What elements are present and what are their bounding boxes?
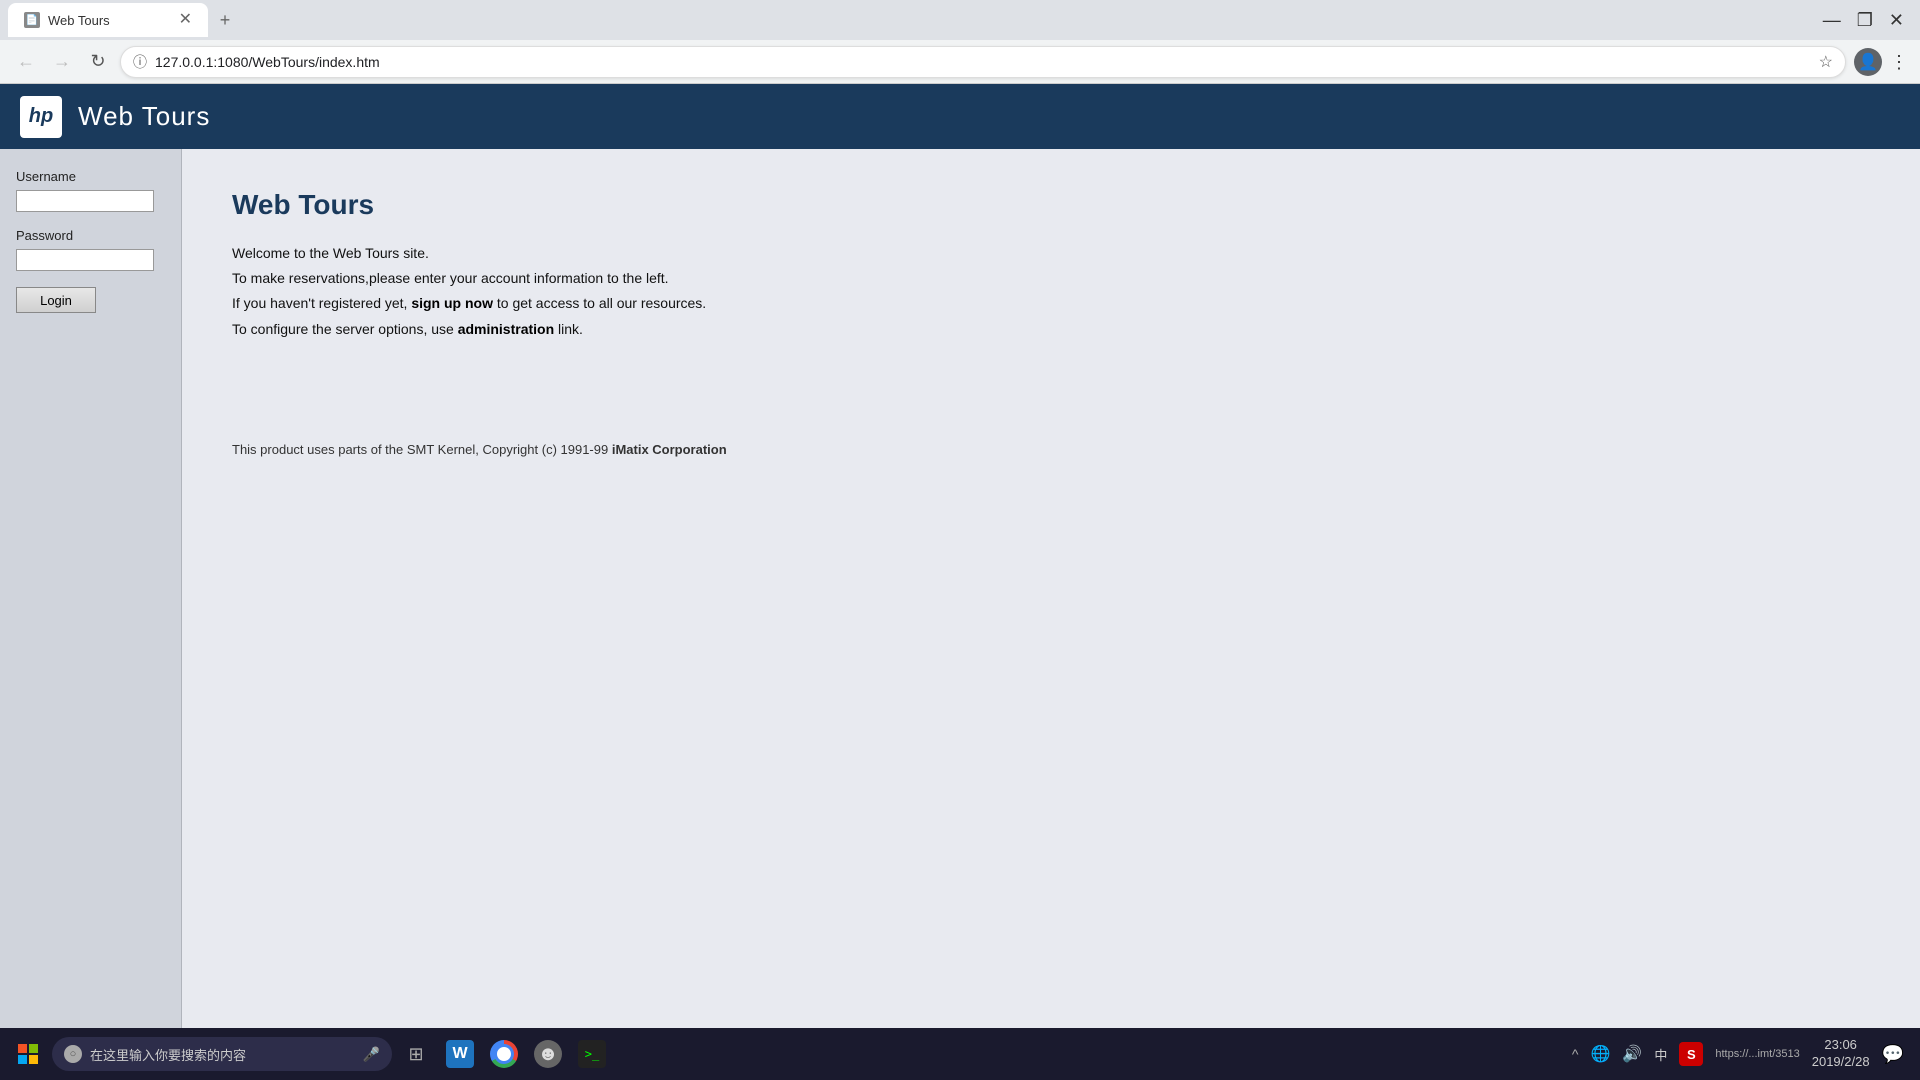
- title-bar: 📄 Web Tours ✕ + — ❐ ✕: [0, 0, 1920, 40]
- username-label: Username: [16, 169, 165, 184]
- address-bar-row: ← → ↻ ⓘ 127.0.0.1:1080/WebTours/index.ht…: [0, 40, 1920, 84]
- terminal-button[interactable]: >_: [572, 1032, 612, 1076]
- tab-bar: 📄 Web Tours ✕ +: [8, 3, 1819, 37]
- taskbar-date: 2019/2/28: [1812, 1054, 1870, 1071]
- volume-icon: 🔊: [1622, 1044, 1642, 1064]
- content-para3: If you haven't registered yet, sign up n…: [232, 291, 1870, 316]
- tab-title: Web Tours: [48, 13, 110, 28]
- browser-menu-button[interactable]: ⋮: [1890, 53, 1908, 71]
- site-header-title: Web Tours: [78, 101, 210, 132]
- content-para3-before: If you haven't registered yet,: [232, 295, 411, 311]
- microphone-icon: 🎤: [363, 1046, 380, 1063]
- address-text: 127.0.0.1:1080/WebTours/index.htm: [155, 54, 1811, 70]
- system-tray-expand[interactable]: ^: [1572, 1046, 1579, 1062]
- login-button[interactable]: Login: [16, 287, 96, 313]
- back-button[interactable]: ←: [12, 48, 40, 76]
- avatar-app-icon: ☻: [534, 1040, 562, 1068]
- tab-close-button[interactable]: ✕: [179, 12, 192, 28]
- password-label: Password: [16, 228, 165, 243]
- taskbar-clock: 23:06 2019/2/28: [1812, 1037, 1870, 1071]
- sidebar: Username Password Login: [0, 149, 182, 1080]
- address-bar[interactable]: ⓘ 127.0.0.1:1080/WebTours/index.htm ☆: [120, 46, 1846, 78]
- maximize-button[interactable]: ❐: [1857, 11, 1873, 29]
- main-layout: Username Password Login Web Tours Welcom…: [0, 149, 1920, 1080]
- content-para3-after: to get access to all our resources.: [493, 295, 706, 311]
- content-body: Welcome to the Web Tours site. To make r…: [232, 241, 1870, 342]
- page-content: hp Web Tours Username Password Login Web…: [0, 84, 1920, 1080]
- content-para4: To configure the server options, use adm…: [232, 317, 1870, 342]
- new-tab-button[interactable]: +: [208, 3, 242, 37]
- avatar-app-button[interactable]: ☻: [528, 1032, 568, 1076]
- reload-button[interactable]: ↻: [84, 48, 112, 76]
- start-button[interactable]: [8, 1032, 48, 1076]
- taskbar-time: 23:06: [1812, 1037, 1870, 1054]
- signup-link[interactable]: sign up now: [411, 295, 493, 311]
- task-view-button[interactable]: ⊞: [396, 1032, 436, 1076]
- forward-button[interactable]: →: [48, 48, 76, 76]
- content-para2: To make reservations,please enter your a…: [232, 266, 1870, 291]
- task-view-icon: ⊞: [408, 1044, 423, 1065]
- taskbar: ○ 在这里输入你要搜索的内容 🎤 ⊞ W ☻ >_ ^ 🌐 🔊: [0, 1028, 1920, 1080]
- password-input[interactable]: [16, 249, 154, 271]
- username-input[interactable]: [16, 190, 154, 212]
- bookmark-icon[interactable]: ☆: [1819, 52, 1833, 72]
- footer-note: This product uses parts of the SMT Kerne…: [232, 442, 1870, 457]
- content-heading: Web Tours: [232, 189, 1870, 221]
- network-icon: 🌐: [1591, 1044, 1611, 1064]
- content-para4-before: To configure the server options, use: [232, 321, 458, 337]
- window-controls: — ❐ ✕: [1823, 11, 1912, 29]
- wps-icon: W: [446, 1040, 474, 1068]
- notification-icon[interactable]: 💬: [1882, 1044, 1904, 1065]
- wps-button[interactable]: W: [440, 1032, 480, 1076]
- content-para4-after: link.: [554, 321, 583, 337]
- footer-text: This product uses parts of the SMT Kerne…: [232, 442, 612, 457]
- active-tab[interactable]: 📄 Web Tours ✕: [8, 3, 208, 37]
- url-preview: https://...imt/3513: [1715, 1048, 1799, 1060]
- browser-user-icon[interactable]: 👤: [1854, 48, 1882, 76]
- taskbar-search[interactable]: ○ 在这里输入你要搜索的内容 🎤: [52, 1037, 392, 1071]
- hp-logo: hp: [20, 96, 62, 138]
- site-header: hp Web Tours: [0, 84, 1920, 149]
- administration-link[interactable]: administration: [458, 321, 554, 337]
- minimize-button[interactable]: —: [1823, 11, 1841, 29]
- chrome-button[interactable]: [484, 1032, 524, 1076]
- chrome-icon: [490, 1040, 518, 1068]
- taskbar-right: ^ 🌐 🔊 中 S https://...imt/3513 23:06 2019…: [1572, 1037, 1912, 1071]
- search-icon: ○: [64, 1045, 82, 1063]
- window-close-button[interactable]: ✕: [1889, 11, 1904, 29]
- footer-bold: iMatix Corporation: [612, 442, 727, 457]
- content-area: Web Tours Welcome to the Web Tours site.…: [182, 149, 1920, 1080]
- content-para1: Welcome to the Web Tours site.: [232, 241, 1870, 266]
- taskbar-search-text: 在这里输入你要搜索的内容: [90, 1045, 246, 1064]
- lock-icon: ⓘ: [133, 52, 147, 72]
- sogou-icon[interactable]: S: [1679, 1042, 1703, 1066]
- terminal-icon: >_: [578, 1040, 606, 1068]
- tab-favicon: 📄: [24, 12, 40, 28]
- language-indicator: 中: [1654, 1045, 1667, 1064]
